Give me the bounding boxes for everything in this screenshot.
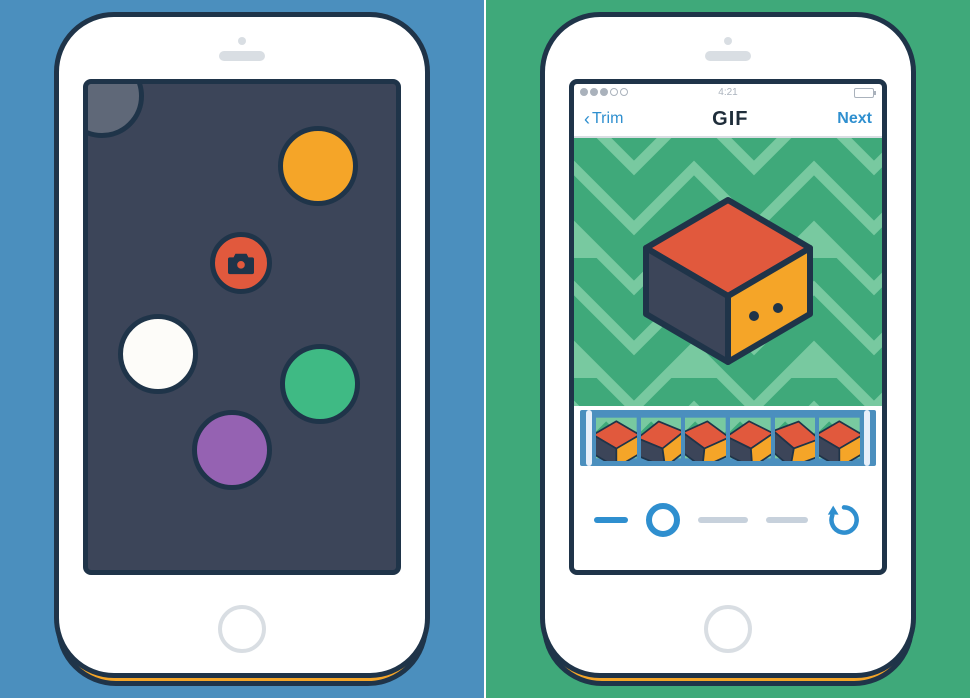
panel-left (0, 0, 484, 698)
filmstrip-frame (775, 415, 816, 461)
dot-purple[interactable] (192, 410, 272, 490)
back-label: Trim (592, 110, 623, 128)
phone-left (54, 12, 430, 686)
dot-green[interactable] (280, 344, 360, 424)
illustration-pair: 4:21 ‹ Trim GIF Next (0, 0, 970, 698)
nav-bar: ‹ Trim GIF Next (574, 102, 882, 138)
gif-editor-screen: 4:21 ‹ Trim GIF Next (569, 79, 887, 575)
phone-right: 4:21 ‹ Trim GIF Next (540, 12, 916, 686)
speed-slider-track[interactable] (698, 517, 748, 523)
filmstrip-frame (596, 415, 637, 461)
filmstrip-frame (685, 415, 726, 461)
panel-right: 4:21 ‹ Trim GIF Next (486, 0, 970, 698)
earpiece-speaker (705, 51, 751, 61)
trim-filmstrip[interactable] (580, 410, 876, 466)
camera-app-screen (83, 79, 401, 575)
dot-orange[interactable] (278, 126, 358, 206)
filmstrip-frames (596, 415, 860, 461)
camera-icon (226, 250, 256, 276)
speed-slider-track[interactable] (594, 517, 628, 523)
signal-dots-icon (580, 88, 628, 96)
home-button[interactable] (218, 605, 266, 653)
speed-slider-knob[interactable] (646, 503, 680, 537)
phone-face (54, 12, 430, 678)
loop-button[interactable] (826, 502, 862, 538)
status-time: 4:21 (718, 87, 737, 98)
playback-controls (574, 470, 882, 570)
battery-icon (854, 88, 874, 98)
filmstrip-frame (641, 415, 682, 461)
phone-face: 4:21 ‹ Trim GIF Next (540, 12, 916, 678)
dot-white[interactable] (118, 314, 198, 394)
back-button[interactable]: ‹ Trim (584, 110, 623, 128)
next-button[interactable]: Next (837, 110, 872, 128)
trim-handle-left[interactable] (586, 410, 592, 466)
speed-slider-track[interactable] (766, 517, 808, 523)
filmstrip-frame (730, 415, 771, 461)
dot-grey[interactable] (83, 79, 144, 138)
nav-title: GIF (712, 108, 748, 131)
earpiece-speaker (219, 51, 265, 61)
loop-icon (826, 502, 862, 538)
status-bar: 4:21 (574, 84, 882, 102)
chevron-left-icon: ‹ (584, 110, 590, 128)
front-camera-dot (238, 37, 246, 45)
trim-handle-right[interactable] (864, 410, 870, 466)
gif-preview (574, 138, 882, 406)
shutter-button[interactable] (210, 232, 272, 294)
front-camera-dot (724, 37, 732, 45)
home-button[interactable] (704, 605, 752, 653)
filmstrip-frame (819, 415, 860, 461)
